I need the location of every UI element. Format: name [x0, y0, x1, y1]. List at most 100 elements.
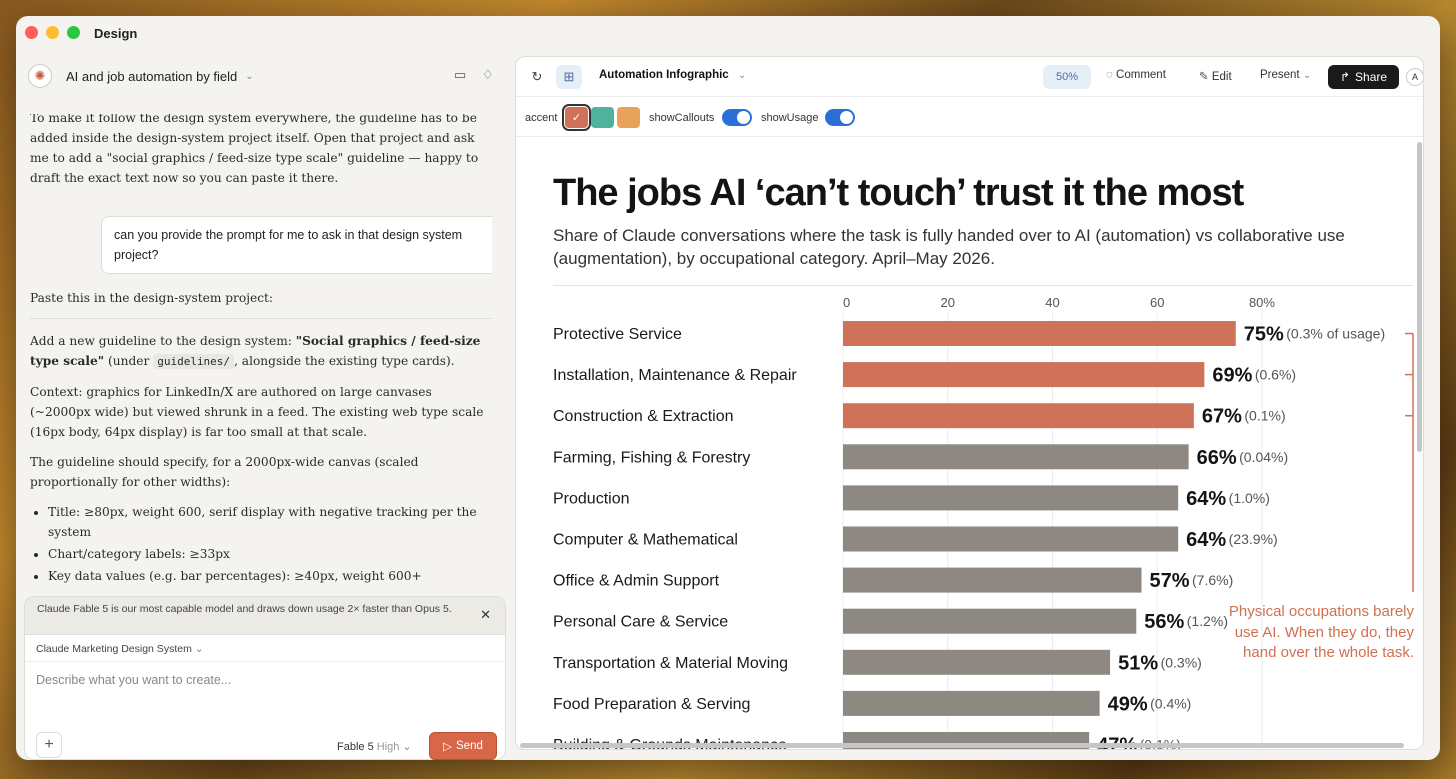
pencil-icon: ✎ — [1199, 71, 1209, 83]
show-callouts-toggle[interactable] — [722, 109, 752, 126]
comment-button[interactable]: ◌ Comment — [1106, 69, 1166, 81]
bar — [843, 567, 1142, 593]
notification-bell-icon[interactable]: ♢ — [482, 67, 494, 83]
send-label: Send — [456, 740, 483, 752]
close-icon[interactable]: ✕ — [480, 608, 491, 621]
prompt-input[interactable] — [36, 673, 486, 687]
bar — [843, 608, 1137, 634]
tweaks-bar: accent ✓ showCallouts showUsage — [516, 97, 1423, 137]
model-notice: Claude Fable 5 is our most capable model… — [24, 596, 506, 636]
effort-level: High — [376, 741, 400, 753]
preview-pane: ↻ ⊞ Automation Infographic ⌄ 50% ◌ Comme… — [515, 56, 1424, 750]
text-span: , alongside the existing type cards). — [234, 354, 455, 368]
chart-callout: Physical occupations barely use AI. When… — [1228, 603, 1414, 661]
accent-label: accent — [525, 112, 558, 124]
value-label: 67% — [1202, 406, 1242, 428]
chevron-down-icon[interactable]: ⌄ — [245, 71, 253, 82]
value-label: 66% — [1197, 447, 1237, 469]
category-label: Farming, Fishing & Forestry — [553, 449, 750, 466]
usage-label: (0.4%) — [1150, 695, 1191, 711]
minimize-window-button[interactable] — [46, 26, 59, 39]
edit-button[interactable]: ✎ Edit — [1199, 69, 1232, 83]
bar — [843, 690, 1100, 716]
send-button[interactable]: ▷ Send — [429, 732, 497, 760]
avatar[interactable]: A — [1406, 68, 1423, 86]
present-button[interactable]: Present ⌄ — [1260, 69, 1311, 81]
text-span: Add a new guideline to the design system… — [30, 334, 296, 348]
title-bar: Design — [16, 16, 1440, 52]
usage-label: (7.6%) — [1192, 572, 1233, 588]
bar — [843, 403, 1194, 429]
show-usage-label: showUsage — [761, 112, 819, 124]
add-attachment-button[interactable]: + — [36, 732, 62, 758]
message-paragraph: Context: graphics for LinkedIn/X are aut… — [30, 385, 484, 439]
edit-label: Edit — [1211, 71, 1232, 83]
chevron-down-icon: ⌄ — [1302, 70, 1312, 81]
maximize-window-button[interactable] — [67, 26, 80, 39]
share-label: Share — [1355, 70, 1388, 84]
category-label: Transportation & Material Moving — [553, 655, 788, 672]
model-selector[interactable]: Fable 5 High ⌄ — [337, 740, 412, 753]
message-paragraph: The guideline should specify, for a 2000… — [30, 455, 419, 489]
show-callouts-label: showCallouts — [649, 112, 715, 124]
usage-label: (0.3% of usage) — [1286, 326, 1385, 342]
tweaks-toggle-icon[interactable]: ⊞ — [556, 65, 582, 89]
bar — [843, 485, 1179, 511]
list-item: Title: ≥80px, weight 600, serif display … — [48, 502, 492, 542]
usage-label: (1.2%) — [1187, 613, 1228, 629]
accent-swatch-coral[interactable]: ✓ — [562, 104, 591, 131]
compose-box: Claude Marketing Design System ⌄ + Fable… — [24, 634, 506, 760]
chevron-down-icon: ⌄ — [402, 741, 412, 753]
bar — [843, 362, 1205, 388]
usage-label: (23.9%) — [1229, 531, 1278, 547]
text-span: (under — [104, 354, 154, 368]
x-tick-label: 60 — [1150, 295, 1164, 310]
bar — [843, 649, 1111, 675]
value-label: 51% — [1118, 652, 1158, 674]
value-label: 64% — [1186, 529, 1226, 551]
bar — [843, 444, 1189, 470]
category-label: Personal Care & Service — [553, 614, 728, 631]
x-tick-label: 80% — [1249, 295, 1275, 310]
chevron-down-icon: ⌄ — [194, 643, 204, 655]
message-list: To make it follow the design system ever… — [30, 114, 492, 594]
list-item: Key data values (e.g. bar percentages): … — [48, 566, 492, 586]
accent-swatch-orange[interactable] — [617, 107, 640, 128]
value-label: 56% — [1144, 611, 1184, 633]
value-label: 64% — [1186, 488, 1226, 510]
list-item: Chart/category labels: ≥33px — [48, 544, 492, 564]
horizontal-scrollbar[interactable] — [520, 743, 1404, 748]
comment-label: Comment — [1116, 69, 1166, 81]
divider — [25, 661, 505, 662]
category-label: Protective Service — [553, 326, 682, 343]
document-title[interactable]: Automation Infographic — [599, 69, 729, 81]
chat-title[interactable]: AI and job automation by field — [66, 69, 237, 84]
user-message: can you provide the prompt for me to ask… — [101, 216, 492, 274]
divider — [30, 318, 492, 319]
infographic-canvas: The jobs AI ‘can’t touch’ trust it the m… — [516, 138, 1423, 749]
check-icon: ✓ — [571, 112, 582, 124]
value-label: 49% — [1108, 693, 1148, 715]
x-tick-label: 40 — [1045, 295, 1059, 310]
reload-icon[interactable]: ↻ — [524, 65, 550, 89]
comment-icon: ◌ — [1106, 69, 1113, 81]
preview-toolbar: ↻ ⊞ Automation Infographic ⌄ 50% ◌ Comme… — [516, 57, 1423, 97]
palette-icon[interactable]: ✺ — [28, 64, 52, 88]
close-window-button[interactable] — [25, 26, 38, 39]
design-system-selector[interactable]: Claude Marketing Design System ⌄ — [36, 643, 204, 655]
category-label: Production — [553, 490, 630, 507]
share-button[interactable]: ↱ Share — [1328, 65, 1399, 89]
sidebar-toggle-icon[interactable]: ▭ — [454, 67, 466, 83]
zoom-level[interactable]: 50% — [1043, 65, 1091, 89]
chat-header: ✺ AI and job automation by field ⌄ ▭ ♢ — [28, 62, 500, 90]
show-usage-toggle[interactable] — [825, 109, 855, 126]
chevron-down-icon[interactable]: ⌄ — [738, 70, 746, 81]
value-label: 69% — [1212, 365, 1252, 387]
vertical-scrollbar[interactable] — [1417, 142, 1422, 452]
window-title: Design — [94, 26, 138, 41]
plus-icon: + — [44, 736, 54, 753]
usage-label: (0.3%) — [1161, 654, 1202, 670]
usage-label: (0.04%) — [1239, 449, 1288, 465]
bullet-list: Title: ≥80px, weight 600, serif display … — [48, 502, 492, 586]
accent-swatch-teal[interactable] — [591, 107, 614, 128]
